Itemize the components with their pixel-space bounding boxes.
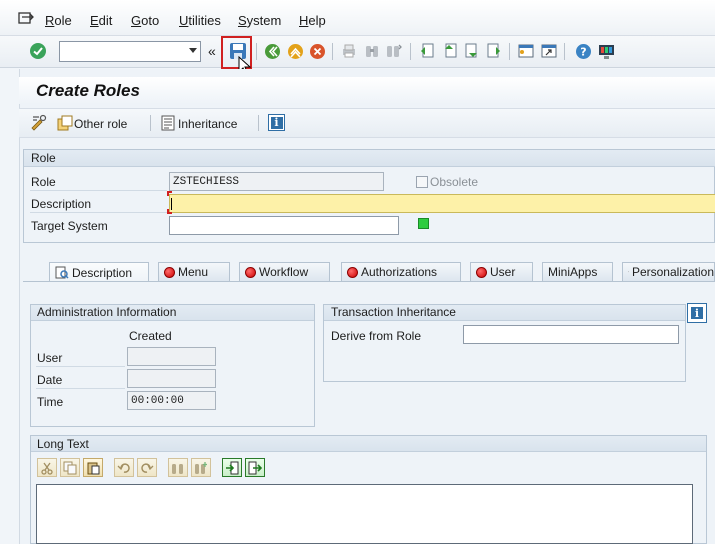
- find-next-icon[interactable]: [191, 458, 211, 477]
- status-indicator: [418, 218, 429, 229]
- other-role-icon[interactable]: [57, 115, 73, 131]
- import-icon[interactable]: [222, 458, 242, 477]
- time-label: Time: [37, 395, 64, 409]
- svg-text:?: ?: [580, 45, 586, 58]
- command-field[interactable]: [59, 41, 201, 62]
- last-page-icon[interactable]: [484, 41, 504, 61]
- menu-utilities[interactable]: Utilities: [179, 13, 221, 28]
- menu-help[interactable]: Help: [299, 13, 326, 28]
- info-icon[interactable]: i: [268, 114, 285, 131]
- description-tab-icon: [55, 266, 69, 279]
- display-change-icon[interactable]: [30, 114, 47, 131]
- derive-from-role-field[interactable]: [463, 325, 679, 344]
- inheritance-icon[interactable]: [161, 115, 175, 131]
- expand-toolbar-icon[interactable]: «: [208, 43, 216, 59]
- long-text-header: [31, 436, 706, 452]
- cut-icon[interactable]: [37, 458, 57, 477]
- tab-authorizations[interactable]: Authorizations: [341, 262, 461, 281]
- enter-icon[interactable]: [28, 41, 48, 61]
- tab-personalization[interactable]: Personalization: [622, 262, 715, 281]
- long-text-editor[interactable]: [36, 484, 693, 544]
- customize-layout-icon[interactable]: [596, 41, 616, 61]
- date-label: Date: [37, 373, 63, 387]
- print-icon[interactable]: [339, 41, 359, 61]
- find-next-icon[interactable]: [384, 41, 404, 61]
- required-marker: [167, 191, 172, 196]
- description-label: Description: [31, 197, 92, 211]
- tab-workflow[interactable]: Workflow: [239, 262, 330, 281]
- tab-menu[interactable]: Menu: [158, 262, 230, 281]
- personalization-tab-icon: [628, 271, 629, 273]
- menu-edit[interactable]: Edit: [90, 13, 112, 28]
- description-field[interactable]: [169, 194, 715, 213]
- role-label: Role: [31, 175, 56, 189]
- obsolete-checkbox[interactable]: [416, 176, 428, 188]
- menu-bar: Role Edit Goto Utilities System Help: [0, 0, 715, 36]
- admin-info-title: Administration Information: [37, 305, 177, 319]
- find-icon[interactable]: [168, 458, 188, 477]
- tab-description[interactable]: Description: [49, 262, 149, 282]
- previous-page-icon[interactable]: [440, 41, 460, 61]
- left-strip: [0, 69, 19, 544]
- redo-icon[interactable]: [137, 458, 157, 477]
- created-date-field: [127, 369, 216, 388]
- menu-system[interactable]: System: [238, 13, 281, 28]
- create-session-icon[interactable]: [516, 41, 536, 61]
- standard-toolbar: « ?: [0, 36, 715, 68]
- copy-icon[interactable]: [60, 458, 80, 477]
- back-icon[interactable]: [262, 41, 282, 61]
- chevron-down-icon[interactable]: [189, 48, 197, 53]
- error-status-icon: [347, 266, 358, 278]
- role-group-title: Role: [31, 151, 56, 165]
- derive-from-role-label: Derive from Role: [331, 329, 422, 343]
- menu-expand-icon[interactable]: [18, 12, 34, 25]
- role-field[interactable]: ZSTECHIESS: [169, 172, 384, 191]
- obsolete-label: Obsolete: [430, 175, 479, 189]
- tab-miniapps[interactable]: MiniApps: [542, 262, 613, 281]
- transaction-inheritance-title: Transaction Inheritance: [331, 305, 456, 319]
- find-icon[interactable]: [362, 41, 382, 61]
- paste-icon[interactable]: [83, 458, 103, 477]
- menu-role[interactable]: Role: [45, 13, 72, 28]
- page-title: Create Roles: [36, 81, 140, 100]
- error-status-icon: [245, 266, 256, 278]
- inheritance-button[interactable]: Inheritance: [178, 117, 237, 131]
- exit-icon[interactable]: [285, 41, 305, 61]
- created-user-field: [127, 347, 216, 366]
- help-icon[interactable]: ?: [573, 41, 593, 61]
- created-label: Created: [129, 329, 172, 343]
- menu-goto[interactable]: Goto: [131, 13, 159, 28]
- export-icon[interactable]: [245, 458, 265, 477]
- role-group-header: [24, 150, 715, 167]
- first-page-icon[interactable]: [417, 41, 437, 61]
- target-system-label: Target System: [31, 219, 108, 233]
- next-page-icon[interactable]: [462, 41, 482, 61]
- info-icon[interactable]: i: [687, 303, 707, 323]
- error-status-icon: [164, 266, 175, 278]
- cancel-icon[interactable]: [307, 41, 327, 61]
- undo-icon[interactable]: [114, 458, 134, 477]
- long-text-title: Long Text: [37, 437, 89, 451]
- error-status-icon: [476, 266, 487, 278]
- user-label: User: [37, 351, 63, 365]
- other-role-button[interactable]: Other role: [74, 117, 127, 131]
- required-marker: [167, 209, 172, 214]
- shortcut-icon[interactable]: [539, 41, 559, 61]
- tab-user[interactable]: User: [470, 262, 533, 281]
- created-time-field: 00:00:00: [127, 391, 216, 410]
- target-system-field[interactable]: [169, 216, 399, 235]
